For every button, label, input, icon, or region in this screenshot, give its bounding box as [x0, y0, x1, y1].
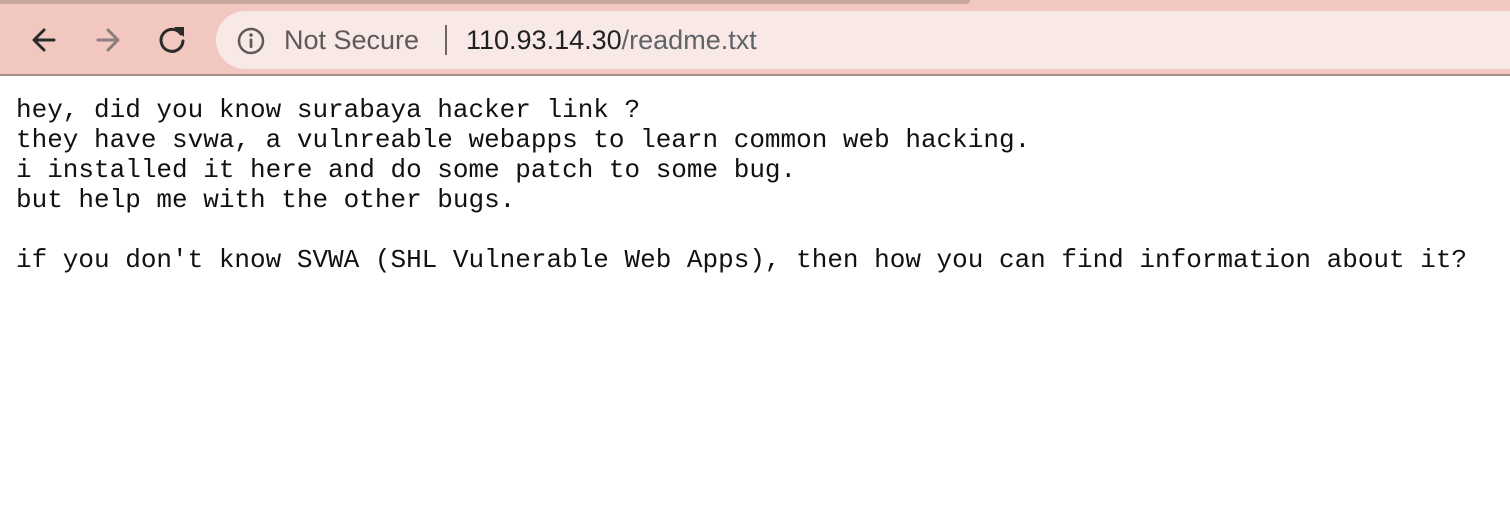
url-text[interactable]: 110.93.14.30/readme.txt [466, 25, 757, 55]
browser-toolbar: Not Secure 110.93.14.30/readme.txt [0, 0, 1510, 76]
address-separator [445, 25, 447, 55]
arrow-right-icon [96, 28, 120, 52]
tab-strip-edge [0, 0, 970, 4]
url-path: /readme.txt [621, 25, 757, 55]
forward-button[interactable] [86, 18, 130, 62]
url-host: 110.93.14.30 [466, 25, 622, 55]
text-line: they have svwa, a vulnreable webapps to … [16, 125, 1031, 155]
back-button[interactable] [22, 18, 66, 62]
text-line: if you don't know SVWA (SHL Vulnerable W… [16, 245, 1468, 275]
readme-text: hey, did you know surabaya hacker link ?… [16, 95, 1467, 275]
info-circle-icon[interactable] [236, 26, 266, 56]
text-line: but help me with the other bugs. [16, 185, 516, 215]
text-line: i installed it here and do some patch to… [16, 155, 797, 185]
reload-icon [159, 27, 185, 53]
arrow-left-icon [32, 28, 56, 52]
text-line: hey, did you know surabaya hacker link ? [16, 95, 641, 125]
security-status-label[interactable]: Not Secure [284, 25, 419, 55]
reload-button[interactable] [150, 18, 194, 62]
address-bar[interactable]: Not Secure 110.93.14.30/readme.txt [216, 11, 1510, 69]
